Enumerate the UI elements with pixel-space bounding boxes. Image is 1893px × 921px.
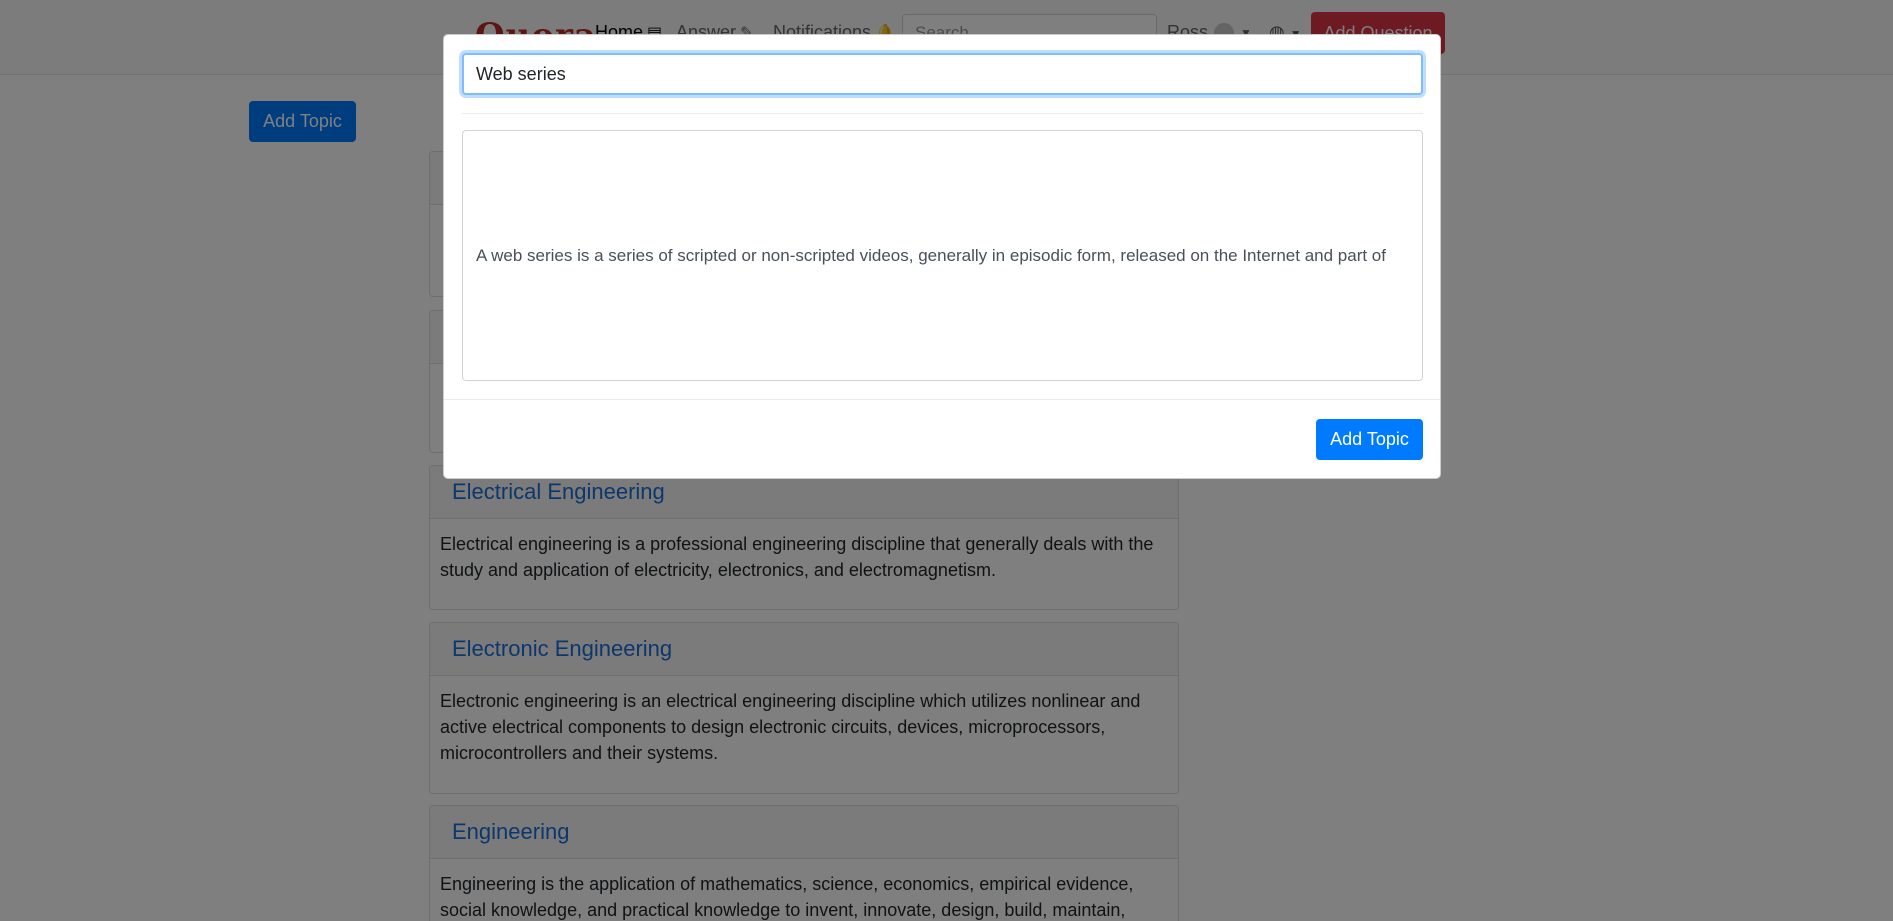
modal-footer-divider [444, 399, 1440, 400]
topic-description-text: A web series is a series of scripted or … [476, 245, 1386, 265]
add-topic-modal: A web series is a series of scripted or … [443, 34, 1441, 479]
topic-description-field[interactable]: A web series is a series of scripted or … [462, 130, 1423, 381]
page: Quora Home ▤ Answer ✎ Notifications 🔔 Se… [0, 0, 1893, 921]
divider [462, 113, 1423, 114]
modal-add-topic-button[interactable]: Add Topic [1316, 419, 1423, 460]
topic-name-input[interactable] [462, 53, 1423, 95]
